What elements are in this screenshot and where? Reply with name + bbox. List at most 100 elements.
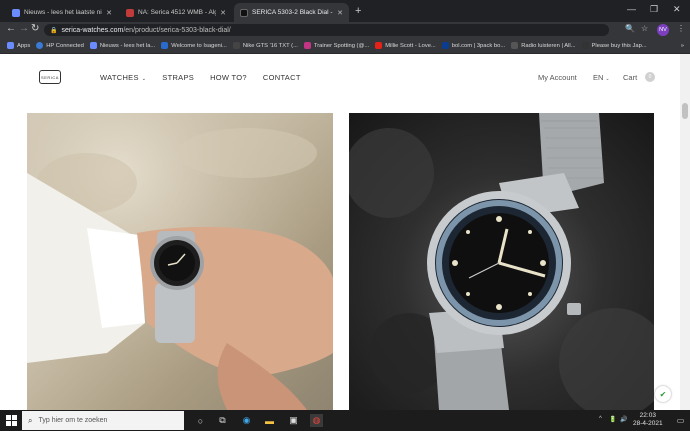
taskbar-search[interactable]: ⌕ Typ hier om te zoeken: [22, 411, 184, 430]
minimize-button[interactable]: —: [627, 4, 636, 14]
serica-logo[interactable]: SERICA: [39, 70, 61, 84]
language-selector[interactable]: EN ⌄: [593, 73, 610, 82]
search-icon[interactable]: 🔍: [625, 24, 635, 33]
nav-watches[interactable]: WATCHES ⌄: [100, 73, 146, 82]
bookmark-item[interactable]: Welcome to Isageni...: [161, 42, 227, 49]
maximize-button[interactable]: ❐: [650, 4, 658, 15]
bookmark-item[interactable]: bol.com | 3pack bo...: [441, 42, 506, 49]
browser-menu-icon[interactable]: ⋮: [677, 24, 685, 33]
tab-bar: Nieuws - lees het laatste nieuws ✕ NA: S…: [0, 0, 690, 22]
nike-icon: [232, 42, 240, 49]
volume-icon[interactable]: 🔊: [620, 416, 627, 423]
tab-label: NA: Serica 4512 WMB - Algemeen: [138, 9, 216, 16]
main-nav: WATCHES ⌄ STRAPS HOW TO? CONTACT: [100, 73, 301, 82]
close-tab-icon[interactable]: ✕: [337, 9, 343, 17]
product-photo-closeup: [349, 113, 654, 410]
store-icon[interactable]: ▣: [287, 414, 300, 427]
more-bookmarks-button[interactable]: »: [681, 43, 684, 49]
clock-date: 28-4-2021: [633, 420, 663, 427]
bookmark-label: Nieuws - lees het la...: [99, 42, 156, 49]
tab-label: SERICA 5303-2 Black Dial - Swiss: [252, 9, 333, 16]
taskbar-clock[interactable]: 22:03 28-4-2021: [633, 412, 663, 428]
clock-time: 22:03: [639, 412, 656, 419]
shield-check-icon[interactable]: ✔: [655, 386, 671, 402]
bing-icon: [89, 42, 97, 49]
back-button[interactable]: ←: [6, 23, 16, 34]
tab-serica-forum[interactable]: NA: Serica 4512 WMB - Algemeen ✕: [120, 3, 232, 22]
bookmark-star-icon[interactable]: ☆: [641, 24, 648, 33]
close-tab-icon[interactable]: ✕: [106, 9, 112, 17]
chrome-icon[interactable]: ◍: [310, 414, 323, 427]
battery-icon[interactable]: 🔋: [609, 416, 616, 423]
bookmarks-bar: Apps HP Connected Nieuws - lees het la..…: [0, 38, 690, 54]
bookmark-item[interactable]: Nieuws - lees het la...: [89, 42, 156, 49]
bookmark-label: HP Connected: [46, 42, 84, 49]
address-host: serica-watches.com: [61, 26, 124, 34]
close-window-button[interactable]: ✕: [673, 4, 681, 15]
cortana-icon[interactable]: ○: [194, 414, 207, 427]
chevron-down-icon: ⌄: [605, 76, 610, 82]
tray-expand-icon[interactable]: ^: [599, 416, 602, 422]
cart-count-badge: 0: [645, 72, 655, 82]
bookmark-label: Millie Scott - Love...: [385, 42, 436, 49]
bookmark-label: Radio luisteren | All...: [521, 42, 576, 49]
bookmark-label: Please buy this Jap...: [591, 42, 647, 49]
bookmark-item[interactable]: Trainer Spotting (@...: [303, 42, 370, 49]
profile-avatar[interactable]: NV: [657, 24, 669, 36]
lock-icon: 🔒: [50, 27, 58, 34]
bookmark-label: Nike GTS '16 TXT (...: [242, 42, 298, 49]
bookmark-label: Trainer Spotting (@...: [313, 42, 370, 49]
chevron-down-icon: ⌄: [141, 76, 147, 82]
instagram-icon: [303, 42, 311, 49]
notifications-icon[interactable]: ▭: [674, 414, 687, 427]
isagenix-icon: [161, 42, 169, 49]
forward-button[interactable]: →: [19, 23, 29, 34]
close-tab-icon[interactable]: ✕: [220, 9, 226, 17]
product-photo-wrist: [27, 113, 333, 410]
bol-icon: [441, 42, 449, 49]
bookmark-item[interactable]: Radio luisteren | All...: [511, 42, 576, 49]
bookmark-item[interactable]: HP Connected: [36, 42, 84, 49]
my-account-link[interactable]: My Account: [538, 73, 577, 82]
edge-icon[interactable]: ◉: [240, 414, 253, 427]
closeup-photo-illustration: [349, 113, 654, 410]
nav-straps[interactable]: STRAPS: [162, 73, 194, 82]
scrollbar-thumb[interactable]: [682, 103, 688, 119]
bookmark-item[interactable]: Apps: [7, 42, 30, 49]
address-path: /en/product/serica-5303-black-dial/: [123, 26, 231, 34]
bookmark-label: Welcome to Isageni...: [171, 42, 227, 49]
apps-grid-icon: [7, 42, 14, 49]
bookmark-item[interactable]: Please buy this Jap...: [581, 42, 647, 49]
wrist-photo-illustration: [27, 113, 333, 410]
tab-label: Nieuws - lees het laatste nieuws: [24, 9, 102, 16]
bookmark-item[interactable]: Nike GTS '16 TXT (...: [232, 42, 298, 49]
task-view-icon[interactable]: ⧉: [216, 414, 229, 427]
windows-taskbar: ⌕ Typ hier om te zoeken ○ ⧉ ◉ ▬ ▣ ◍ ^ 🔋 …: [0, 410, 690, 431]
windows-start-icon[interactable]: [6, 415, 17, 426]
address-bar[interactable]: 🔒 serica-watches.com /en/product/serica-…: [44, 24, 609, 36]
new-tab-button[interactable]: +: [355, 5, 361, 17]
radio-icon: [511, 42, 519, 49]
youtube-icon: [375, 42, 383, 49]
bookmark-item[interactable]: Millie Scott - Love...: [375, 42, 436, 49]
tab-favicon-icon: [126, 8, 134, 17]
browser-chrome: Nieuws - lees het laatste nieuws ✕ NA: S…: [0, 0, 690, 54]
taskbar-search-placeholder: Typ hier om te zoeken: [38, 417, 108, 424]
site-header: SERICA WATCHES ⌄ STRAPS HOW TO? CONTACT M…: [0, 54, 680, 102]
tab-favicon-icon: [240, 8, 248, 17]
nav-label: WATCHES: [100, 73, 139, 82]
bookmark-label: bol.com | 3pack bo...: [451, 42, 506, 49]
tab-nieuws[interactable]: Nieuws - lees het laatste nieuws ✕: [6, 3, 118, 22]
tab-serica-product[interactable]: SERICA 5303-2 Black Dial - Swiss ✕: [234, 3, 349, 22]
browser-toolbar: ← → ↻ 🔒 serica-watches.com /en/product/s…: [0, 22, 690, 38]
reload-button[interactable]: ↻: [31, 23, 39, 34]
file-explorer-icon[interactable]: ▬: [263, 414, 276, 427]
page-icon: [581, 42, 589, 49]
nav-contact[interactable]: CONTACT: [263, 73, 301, 82]
tab-favicon-icon: [12, 8, 20, 17]
search-icon: ⌕: [28, 415, 33, 425]
cart-link[interactable]: Cart: [623, 73, 637, 82]
nav-how-to[interactable]: HOW TO?: [210, 73, 247, 82]
language-label: EN: [593, 73, 604, 82]
bookmark-label: Apps: [17, 42, 31, 49]
